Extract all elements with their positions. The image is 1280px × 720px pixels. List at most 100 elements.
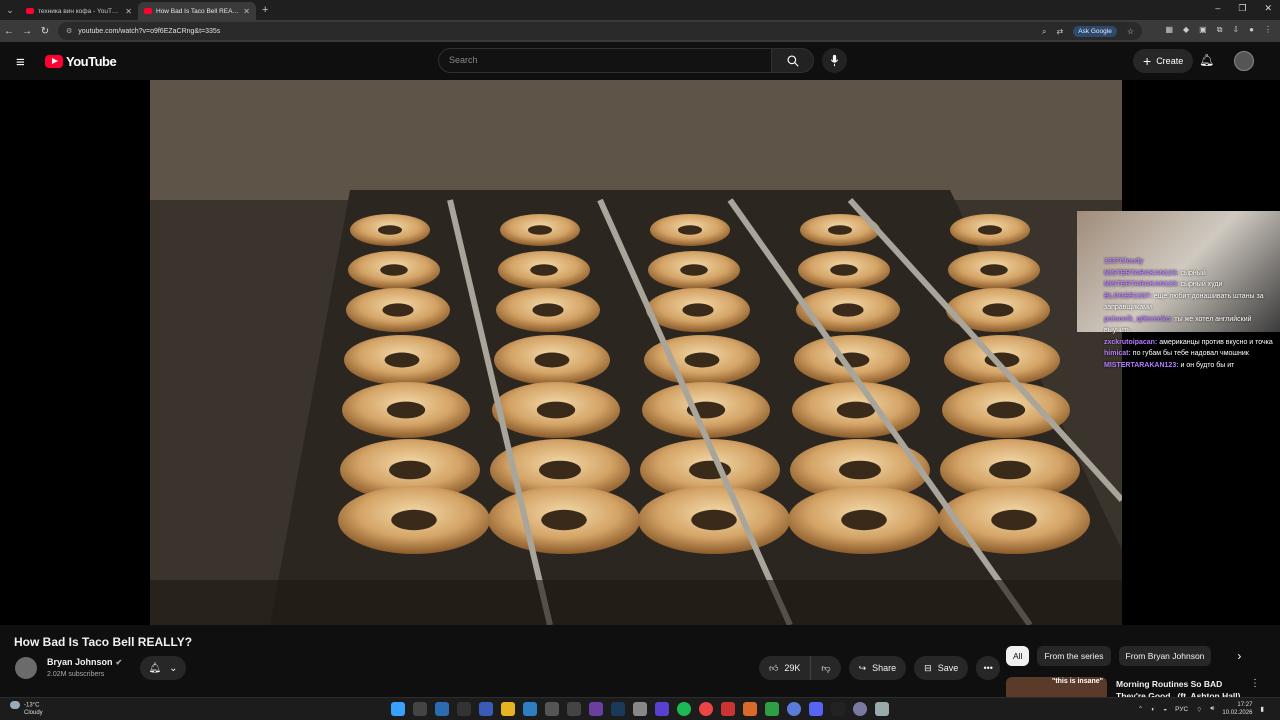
app-icon[interactable] [589, 702, 603, 716]
ask-google-button[interactable]: Ask Google [1073, 26, 1117, 37]
back-icon[interactable]: ← [0, 26, 18, 37]
share-button[interactable]: ↪ Share [848, 656, 907, 680]
youtube-play-icon [45, 55, 63, 68]
reload-icon[interactable]: ↻ [36, 26, 54, 37]
minimize-icon[interactable]: – [1215, 3, 1220, 14]
chevron-right-icon[interactable]: › [1237, 649, 1241, 663]
chat-username: poisonik_q0terenko: [1104, 315, 1173, 323]
gallery-icon[interactable] [435, 702, 449, 716]
taskbar-apps [391, 702, 889, 716]
download-icon[interactable]: ⇩ [1232, 25, 1239, 35]
close-tab-icon[interactable]: ✕ [243, 7, 250, 16]
video-title: How Bad Is Taco Bell REALLY? [14, 635, 193, 649]
dislike-button[interactable]: 👎︎ [811, 656, 841, 680]
new-tab-icon[interactable]: + [262, 4, 268, 16]
like-button[interactable]: 👍︎ 29K [759, 656, 812, 680]
app-icon[interactable] [567, 702, 581, 716]
steam-icon[interactable] [611, 702, 625, 716]
search-icon [786, 54, 799, 67]
browser-tab-2[interactable]: How Bad Is Taco Bell REALLY? - ✕ [138, 2, 256, 20]
donut-hole [982, 303, 1014, 317]
settings-icon[interactable] [633, 702, 647, 716]
extensions-puzzle-icon[interactable]: ⧉ [1217, 25, 1223, 35]
channel-avatar[interactable] [15, 657, 37, 679]
recommendation-menu-icon[interactable]: ⋮ [1250, 678, 1260, 689]
settings-gear-icon[interactable] [875, 702, 889, 716]
notifications-bell-icon[interactable]: 🔔︎ [1199, 53, 1214, 67]
forward-icon[interactable]: → [18, 26, 36, 37]
spotify-icon[interactable] [677, 702, 691, 716]
file-explorer-icon[interactable] [501, 702, 515, 716]
menu-icon[interactable]: ≡ [16, 54, 25, 71]
app-icon[interactable] [655, 702, 669, 716]
tray-app-icon[interactable]: ◐ [1151, 706, 1155, 713]
tab-search-icon[interactable]: ⌄ [0, 0, 20, 20]
donut-hole [389, 460, 431, 480]
weather-widget[interactable]: -13°C Cloudy [10, 701, 43, 717]
chip-from-series[interactable]: From the series [1037, 646, 1111, 666]
language-indicator[interactable]: РУС [1175, 706, 1188, 713]
extension-icons: ▦ ◆ ▣ ⧉ ⇩ ● ⋮ [1165, 25, 1272, 35]
close-window-icon[interactable]: ✕ [1264, 3, 1272, 14]
app-icon[interactable] [743, 702, 757, 716]
video-player[interactable] [0, 80, 1280, 625]
save-button[interactable]: ⊟ Save [914, 656, 969, 680]
discord-icon[interactable] [809, 702, 823, 716]
chevron-down-icon: ⌄ [169, 662, 178, 674]
app-icon[interactable] [765, 702, 779, 716]
tray-app-icon[interactable]: ◒ [1163, 706, 1167, 713]
chip-from-channel[interactable]: From Bryan Johnson [1118, 646, 1212, 666]
extension-icon[interactable]: ▦ [1165, 25, 1173, 35]
video-frame[interactable] [150, 80, 1122, 625]
chip-all[interactable]: All [1006, 646, 1030, 666]
maximize-icon[interactable]: ❐ [1238, 3, 1246, 14]
search-button[interactable] [771, 48, 814, 73]
subscription-notifications-button[interactable]: 🔔︎ ⌄ [140, 656, 186, 680]
volume-icon[interactable]: 🔊︎ [1210, 705, 1214, 713]
site-info-icon[interactable]: ⚙ [66, 27, 72, 35]
clock[interactable]: 17:27 10.02.2026 [1222, 701, 1252, 717]
windows-taskbar: -13°C Cloudy ⌃ ◐ ◒ РУС ⌔ 🔊︎ 17:27 10.02.… [0, 697, 1280, 720]
app-icon[interactable] [457, 702, 471, 716]
omnibox-actions: ⌕ ⇄ Ask Google ☆ [1042, 26, 1134, 37]
chat-text: сырный худи [1178, 281, 1223, 288]
youtube-logo[interactable]: YouTube [45, 54, 117, 69]
voice-search-button[interactable] [822, 48, 847, 73]
extension-icon[interactable]: ▣ [1199, 25, 1207, 35]
notification-icon[interactable]: ▮ [1260, 705, 1264, 713]
channel-name-text[interactable]: Bryan Johnson [47, 657, 113, 667]
app-icon[interactable] [853, 702, 867, 716]
video-actions: 👍︎ 29K 👎︎ ↪ Share ⊟ Save ••• [759, 656, 1001, 680]
app-icon[interactable] [545, 702, 559, 716]
close-tab-icon[interactable]: ✕ [125, 7, 132, 16]
chevron-up-icon[interactable]: ⌃ [1138, 705, 1143, 713]
search-icon[interactable] [413, 702, 427, 716]
translate-icon[interactable]: ⇄ [1057, 27, 1064, 36]
chat-username: 1337Cloudy [1104, 258, 1144, 265]
donut-hole [836, 401, 876, 419]
start-windows-icon[interactable] [391, 702, 405, 716]
wifi-icon[interactable]: ⌔ [1196, 705, 1202, 714]
app-icon[interactable] [831, 702, 845, 716]
account-avatar[interactable] [1234, 51, 1254, 71]
browser-menu-icon[interactable]: ⋮ [1264, 25, 1272, 35]
more-actions-button[interactable]: ••• [976, 656, 1001, 680]
search-input[interactable]: Search [438, 48, 772, 73]
extension-icon[interactable]: ◆ [1183, 25, 1189, 35]
bookmark-star-icon[interactable]: ☆ [1127, 27, 1134, 36]
chat-text: сырный [1178, 269, 1206, 277]
share-icon: ↪ [858, 662, 867, 673]
app-icon[interactable] [787, 702, 801, 716]
app-icon[interactable] [523, 702, 537, 716]
create-button[interactable]: + Create [1133, 49, 1194, 73]
chat-message: himicat: по губам бы тебе надовал чмошни… [1104, 348, 1276, 360]
app-icon[interactable] [721, 702, 735, 716]
profile-icon[interactable]: ● [1249, 25, 1254, 35]
browser-tab-1[interactable]: техника вин кофа - YouTube ✕ [20, 2, 138, 20]
zoom-icon[interactable]: ⌕ [1042, 27, 1046, 37]
chat-username: MISTERTARAKAN123: [1104, 361, 1179, 369]
channel-name[interactable]: Bryan Johnson ✔ [47, 657, 122, 667]
address-bar[interactable]: ⚙ youtube.com/watch?v=o9f6EZaCRng&t=335s… [58, 22, 1142, 40]
app-icon[interactable] [479, 702, 493, 716]
chrome-icon[interactable] [699, 702, 713, 716]
